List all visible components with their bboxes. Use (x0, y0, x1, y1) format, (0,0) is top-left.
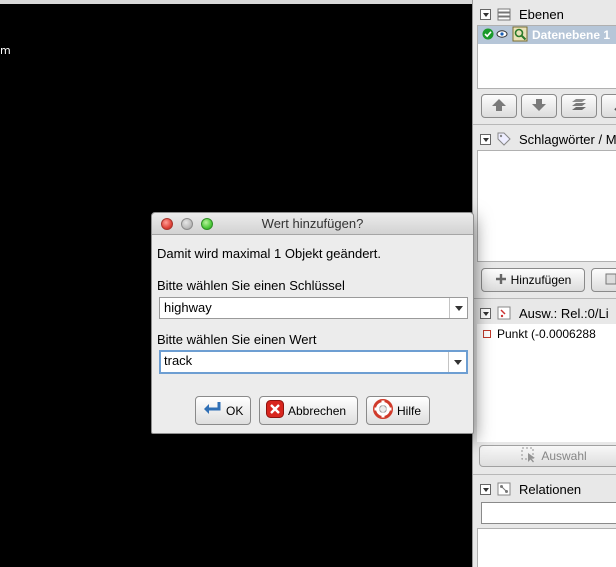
wrench-icon (612, 98, 616, 115)
move-layer-down-button[interactable] (521, 94, 557, 118)
arrow-up-icon (491, 98, 507, 115)
checkmark-icon[interactable] (482, 28, 494, 43)
selection-panel-title: Ausw.: Rel.:0/Li (519, 305, 609, 321)
relations-filter-input[interactable] (481, 502, 616, 524)
help-button[interactable]: Hilfe (366, 396, 430, 425)
selection-list: Punkt (-0.0006288 (477, 324, 616, 442)
selection-item-label: Punkt (-0.0006288 (497, 327, 596, 341)
value-combobox-value: track (164, 353, 193, 368)
dialog-message: Damit wird maximal 1 Objekt geändert. (157, 246, 381, 261)
layer-name: Datenebene 1 (532, 28, 611, 42)
eye-icon[interactable] (496, 28, 508, 42)
layer-properties-button[interactable] (601, 94, 616, 118)
panel-divider (473, 124, 616, 125)
select-button-label: Auswahl (541, 449, 587, 463)
merge-layer-button[interactable] (561, 94, 597, 118)
add-tag-button[interactable]: Hinzufügen (481, 268, 585, 292)
layer-row-selected[interactable]: Datenebene 1 (478, 26, 616, 44)
dialog-titlebar[interactable]: Wert hinzufügen? (152, 213, 473, 235)
collapse-toggle-icon[interactable] (480, 133, 491, 145)
lifebuoy-icon (373, 399, 393, 422)
tags-panel-title: Schlagwörter / M (519, 131, 616, 147)
selection-panel-header[interactable]: Ausw.: Rel.:0/Li (473, 302, 616, 324)
add-value-dialog: Wert hinzufügen? Damit wird maximal 1 Ob… (151, 212, 474, 434)
right-sidebar: Ebenen Datenebene 1 Schlagwörter / M Hin… (472, 0, 616, 567)
select-cursor-icon (521, 447, 537, 466)
move-layer-up-button[interactable] (481, 94, 517, 118)
plus-icon (495, 273, 507, 288)
cancel-button[interactable]: Abbrechen (259, 396, 358, 425)
relations-list (477, 528, 616, 567)
ok-label: OK (226, 403, 244, 418)
panel-divider (473, 474, 616, 475)
dialog-title: Wert hinzufügen? (261, 216, 364, 231)
key-combobox[interactable]: highway (159, 297, 468, 319)
relations-panel-header[interactable]: Relationen (473, 478, 616, 500)
layers-list: Datenebene 1 (477, 25, 616, 89)
map-scale-label: m (0, 44, 11, 57)
node-icon (483, 327, 491, 341)
relation-icon (497, 482, 511, 496)
layers-merge-icon (570, 98, 588, 115)
tag-icon (497, 132, 511, 146)
cancel-icon (266, 400, 284, 421)
selection-list-icon (497, 306, 511, 320)
close-window-icon[interactable] (161, 218, 173, 230)
map-top-border (0, 0, 472, 4)
chevron-down-icon[interactable] (448, 352, 466, 372)
zoom-window-icon[interactable] (201, 218, 213, 230)
chevron-down-icon[interactable] (449, 298, 467, 318)
arrow-down-icon (531, 98, 547, 115)
list-item[interactable]: Punkt (-0.0006288 (477, 327, 596, 341)
key-combobox-value: highway (164, 300, 212, 315)
cancel-label: Abbrechen (288, 403, 347, 418)
minimize-window-icon[interactable] (181, 218, 193, 230)
ok-button[interactable]: OK (195, 396, 251, 425)
edit-icon (605, 273, 616, 288)
collapse-toggle-icon[interactable] (480, 307, 491, 319)
collapse-toggle-icon[interactable] (480, 483, 491, 495)
panel-divider (473, 298, 616, 299)
layers-panel-header[interactable]: Ebenen (473, 3, 616, 25)
value-combobox[interactable]: track (159, 350, 468, 374)
help-label: Hilfe (397, 403, 422, 418)
tags-panel-header[interactable]: Schlagwörter / M (473, 128, 616, 150)
relations-panel-title: Relationen (519, 481, 582, 497)
enter-arrow-icon (202, 400, 222, 421)
layers-icon (497, 7, 511, 21)
layers-panel-title: Ebenen (519, 6, 564, 22)
data-layer-icon (512, 26, 528, 45)
collapse-toggle-icon[interactable] (480, 8, 491, 20)
value-label: Bitte wählen Sie einen Wert (157, 332, 317, 347)
add-tag-label: Hinzufügen (510, 273, 572, 287)
edit-tag-button[interactable] (591, 268, 616, 292)
key-label: Bitte wählen Sie einen Schlüssel (157, 278, 345, 293)
tags-table (477, 150, 616, 262)
select-button[interactable]: Auswahl (479, 445, 616, 467)
